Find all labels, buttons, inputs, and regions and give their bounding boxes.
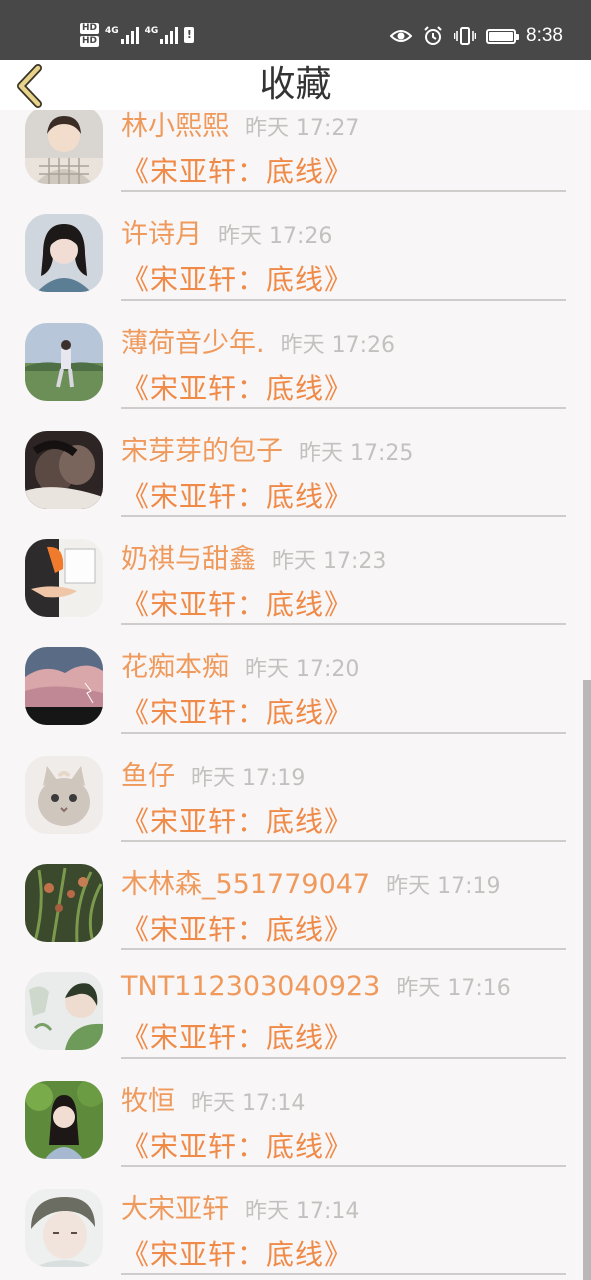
book-title[interactable]: 《宋亚轩：底线》 [121,258,353,298]
item-header: 牧恒 昨天 17:14 [121,1079,305,1118]
item-header: 木林森_551779047 昨天 17:19 [121,862,501,901]
avatar[interactable] [25,972,103,1051]
book-title[interactable]: 《宋亚轩：底线》 [121,475,353,515]
scrollbar[interactable] [583,680,591,1280]
item-header: TNT112303040923 昨天 17:16 [121,970,511,1002]
hands-orange-image [25,539,103,618]
list-item[interactable]: 牧恒 昨天 17:14 《宋亚轩：底线》 [0,1059,591,1167]
avatar[interactable] [25,539,103,618]
page-title: 收藏 [259,64,332,105]
user-name[interactable]: 木林森_551779047 [121,862,370,901]
item-header: 大宋亚轩 昨天 17:14 [121,1187,359,1226]
signal-icon-2: 4G [145,26,179,44]
timestamp: 昨天 17:14 [245,1198,360,1224]
timestamp: 昨天 17:20 [245,657,360,683]
couple-dark-image [25,430,103,509]
item-header: 薄荷音少年. 昨天 17:26 [121,321,395,360]
vibrate-icon [454,25,477,47]
network-type-2: 4G [144,26,159,36]
alarm-icon [422,25,444,47]
user-name[interactable]: 林小熙熙 [121,110,229,143]
boy-green-image [25,972,103,1051]
user-name[interactable]: 牧恒 [121,1079,175,1118]
status-time: 8:38 [526,25,563,46]
list-item[interactable]: 鱼仔 昨天 17:19 《宋亚轩：底线》 [0,734,591,843]
field-figure-image [25,322,103,401]
item-header: 鱼仔 昨天 17:19 [121,754,305,793]
timestamp: 昨天 17:14 [191,1090,306,1116]
book-title[interactable]: 《宋亚轩：底线》 [121,1233,353,1273]
user-name[interactable]: 薄荷音少年. [121,321,265,360]
green-plant-image [25,864,103,943]
avatar[interactable] [25,1188,103,1267]
book-title[interactable]: 《宋亚轩：底线》 [121,908,353,948]
user-name[interactable]: 花痴本痴 [121,645,229,684]
hd-icons: HD HD [80,23,100,47]
avatar[interactable] [25,110,103,184]
signal-icon-1: 4G [105,26,139,44]
timestamp: 昨天 17:26 [218,224,333,250]
timestamp: 昨天 17:26 [280,332,395,358]
timestamp: 昨天 17:16 [396,976,511,1002]
hd-icon-1: HD [80,23,100,34]
hd-icon-2: HD [80,36,100,47]
avatar[interactable] [25,214,103,293]
eye-icon [390,25,413,47]
item-header: 宋芽芽的包子 昨天 17:25 [121,429,413,468]
battery-alert-icon: ! [184,27,195,43]
network-type-1: 4G [105,26,119,36]
book-title[interactable]: 《宋亚轩：底线》 [121,1016,353,1056]
list-item[interactable]: 木林森_551779047 昨天 17:19 《宋亚轩：底线》 [0,842,591,951]
book-title[interactable]: 《宋亚轩：底线》 [121,150,353,190]
avatar[interactable] [25,430,103,509]
avatar[interactable] [25,647,103,726]
book-title[interactable]: 《宋亚轩：底线》 [121,691,353,731]
item-header: 林小熙熙 昨天 17:27 [121,110,359,143]
timestamp: 昨天 17:25 [299,440,414,466]
app-header: 收藏 [0,60,591,110]
book-title[interactable]: 《宋亚轩：底线》 [121,583,353,623]
list-item[interactable]: TNT112303040923 昨天 17:16 《宋亚轩：底线》 [0,950,591,1059]
divider [121,1273,566,1276]
timestamp: 昨天 17:27 [245,116,360,141]
list-item[interactable]: 薄荷音少年. 昨天 17:26 《宋亚轩：底线》 [0,301,591,409]
status-right: 8:38 [390,22,563,50]
list-item[interactable]: 大宋亚轩 昨天 17:14 《宋亚轩：底线》 [0,1167,591,1276]
portrait-girl-image [25,214,103,293]
user-name[interactable]: 许诗月 [121,212,202,251]
list-item[interactable]: 奶祺与甜鑫 昨天 17:23 《宋亚轩：底线》 [0,517,591,626]
boy-pale-image [25,1188,103,1267]
portrait-plaid-image [25,110,103,184]
avatar[interactable] [25,322,103,401]
avatar[interactable] [25,864,103,943]
timestamp: 昨天 17:23 [272,549,387,575]
item-header: 许诗月 昨天 17:26 [121,212,332,251]
item-header: 花痴本痴 昨天 17:20 [121,645,359,684]
user-name[interactable]: TNT112303040923 [121,971,380,1002]
cat-image [25,755,103,834]
status-left: HD HD 4G 4G ! [80,18,195,52]
book-title[interactable]: 《宋亚轩：底线》 [121,1125,353,1165]
status-bar: HD HD 4G 4G ! 8:38 [0,0,591,60]
favorites-list[interactable]: 林小熙熙 昨天 17:27 《宋亚轩：底线》 许诗月 昨天 17:26 《宋亚轩… [0,110,591,1280]
pink-sky-image [25,647,103,726]
timestamp: 昨天 17:19 [191,765,306,791]
user-name[interactable]: 鱼仔 [121,754,175,793]
list-item[interactable]: 林小熙熙 昨天 17:27 《宋亚轩：底线》 [0,110,591,193]
user-name[interactable]: 奶祺与甜鑫 [121,537,256,576]
book-title[interactable]: 《宋亚轩：底线》 [121,800,353,840]
user-name[interactable]: 大宋亚轩 [121,1187,229,1226]
timestamp: 昨天 17:19 [386,874,501,900]
book-title[interactable]: 《宋亚轩：底线》 [121,367,353,407]
avatar[interactable] [25,755,103,834]
user-name[interactable]: 宋芽芽的包子 [121,429,283,468]
list-item[interactable]: 宋芽芽的包子 昨天 17:25 《宋亚轩：底线》 [0,409,591,518]
item-header: 奶祺与甜鑫 昨天 17:23 [121,537,386,576]
battery-icon [486,28,520,44]
list-item[interactable]: 花痴本痴 昨天 17:20 《宋亚轩：底线》 [0,625,591,734]
avatar[interactable] [25,1080,103,1159]
list-item[interactable]: 许诗月 昨天 17:26 《宋亚轩：底线》 [0,192,591,301]
girl-outdoor-image [25,1080,103,1159]
